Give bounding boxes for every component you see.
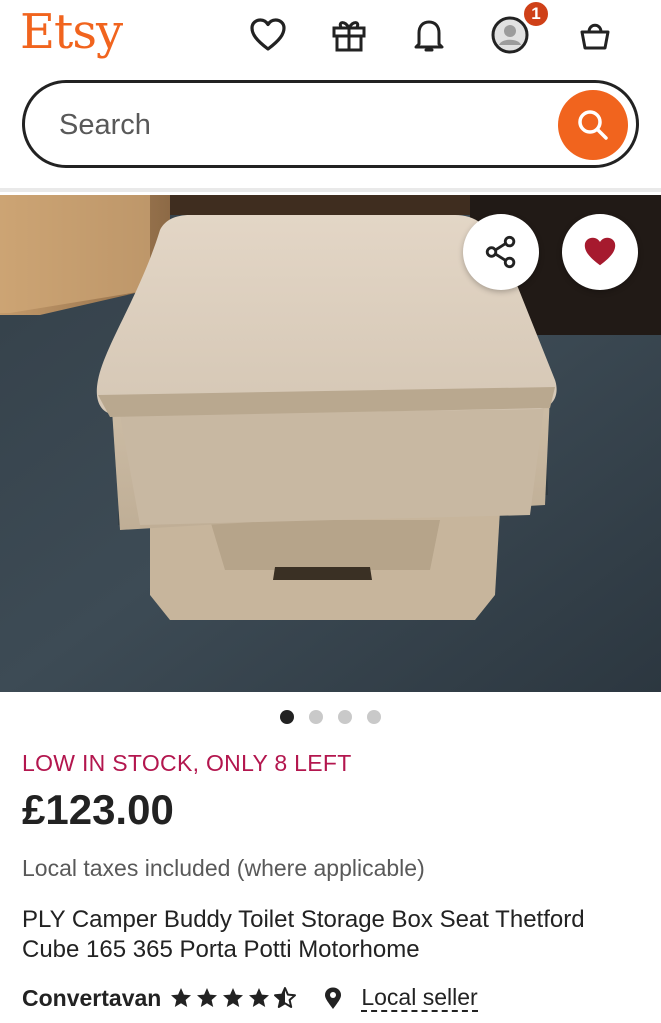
carousel-dot-3[interactable]: [338, 710, 352, 724]
local-seller-link[interactable]: Local seller: [361, 984, 478, 1012]
share-icon: [485, 235, 516, 269]
listing-photo[interactable]: [0, 195, 661, 692]
tax-note: Local taxes included (where applicable): [22, 855, 425, 881]
rating-stars: [169, 986, 297, 1010]
header-divider: [0, 188, 661, 192]
star-full-icon: [197, 988, 218, 1007]
star-full-icon: [171, 988, 192, 1007]
listing-price: £123.00: [22, 786, 174, 833]
star-full-icon: [223, 988, 244, 1007]
search-bar: [22, 80, 639, 168]
carousel-dot-4[interactable]: [367, 710, 381, 724]
carousel-dot-1[interactable]: [280, 710, 294, 724]
gift-icon[interactable]: [326, 12, 372, 58]
stock-notice: LOW IN STOCK, ONLY 8 LEFT: [22, 750, 352, 776]
share-button[interactable]: [463, 214, 539, 290]
listing-title: PLY Camper Buddy Toilet Storage Box Seat…: [22, 906, 585, 963]
filled-heart-icon: [584, 237, 616, 266]
favorite-button[interactable]: [562, 214, 638, 290]
location-pin-icon: [321, 985, 345, 1011]
carousel-dot-2[interactable]: [309, 710, 323, 724]
star-half-icon: [274, 987, 297, 1008]
favorites-heart-icon[interactable]: [245, 12, 291, 58]
etsy-logo[interactable]: Etsy: [20, 2, 123, 62]
search-icon: [578, 110, 608, 140]
seller-row: Convertavan Local seller: [22, 980, 642, 1016]
photo-carousel-dots: [0, 710, 661, 726]
shop-name-link[interactable]: Convertavan: [22, 985, 161, 1012]
bell-icon[interactable]: [406, 12, 452, 58]
search-button[interactable]: [558, 90, 628, 160]
basket-icon[interactable]: [572, 12, 618, 58]
notification-badge: 1: [522, 0, 550, 28]
app-header: Etsy 1: [0, 0, 661, 75]
search-input[interactable]: [59, 103, 539, 147]
star-full-icon: [249, 988, 270, 1007]
product-image: [0, 195, 661, 692]
